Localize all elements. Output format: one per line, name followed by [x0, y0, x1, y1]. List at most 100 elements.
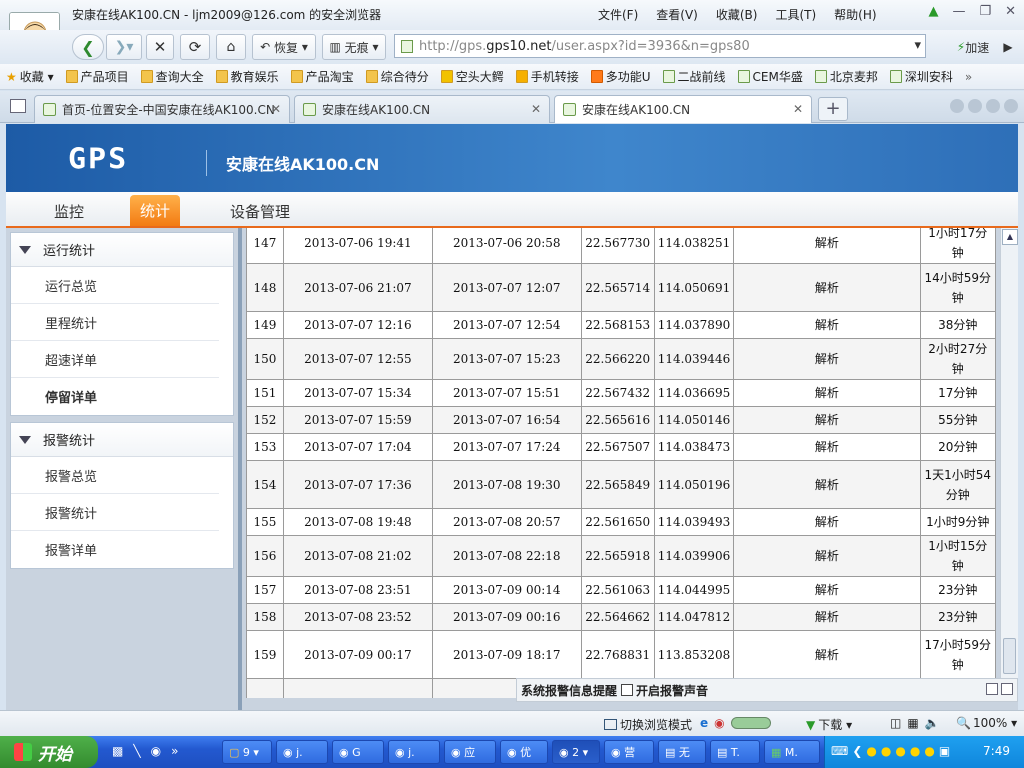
- panel-splitter[interactable]: [238, 228, 242, 710]
- parse-link[interactable]: 解析: [733, 630, 921, 679]
- parse-link[interactable]: 解析: [733, 406, 921, 434]
- close-window-icon[interactable]: ✕: [1005, 4, 1016, 19]
- qq-icon[interactable]: ●: [895, 744, 905, 758]
- switch-mode-button[interactable]: 切换浏览模式: [604, 716, 692, 733]
- fav-item[interactable]: 教育娱乐: [215, 68, 279, 85]
- maximize-panel-icon[interactable]: [1001, 683, 1013, 695]
- parse-link[interactable]: 解析: [733, 379, 921, 407]
- fav-item[interactable]: 产品项目: [65, 68, 129, 85]
- go-button[interactable]: ▶: [998, 34, 1018, 60]
- home-button[interactable]: ⌂: [216, 34, 246, 60]
- scroll-up-icon[interactable]: ▲: [1002, 229, 1018, 245]
- download-button[interactable]: ▼ 下载 ▾: [806, 716, 852, 733]
- parse-link[interactable]: 解析: [733, 603, 921, 631]
- address-bar[interactable]: http://gps. gps10.net/user.aspx?id=3936&n…: [394, 34, 926, 58]
- taskbar-button-active[interactable]: ◉ 2 ▾: [552, 740, 600, 764]
- nav-device-management[interactable]: 设备管理: [230, 201, 290, 222]
- screenshot-icon[interactable]: ▦: [907, 716, 918, 730]
- sidebar-group-header[interactable]: 报警统计: [11, 423, 233, 457]
- ie-icon[interactable]: e: [700, 716, 708, 730]
- sidebar-toggle-icon[interactable]: [10, 99, 26, 113]
- minimize-icon[interactable]: —: [952, 4, 965, 19]
- back-button[interactable]: ❮: [72, 34, 104, 60]
- refresh-button[interactable]: ⟳: [180, 34, 210, 60]
- browser-tab-active[interactable]: 安康在线AK100.CN ✕: [554, 95, 812, 123]
- close-tab-icon[interactable]: ✕: [793, 102, 803, 116]
- tab-list-icon[interactable]: [986, 99, 1000, 113]
- toggle-icon[interactable]: [730, 717, 771, 729]
- fav-item[interactable]: 北京麦邦: [814, 68, 878, 85]
- taskbar-button[interactable]: ◉ 营: [604, 740, 654, 764]
- parse-link[interactable]: 解析: [733, 576, 921, 604]
- restore-button[interactable]: ↶ 恢复 ▾: [252, 34, 316, 60]
- browser-tab[interactable]: 安康在线AK100.CN ✕: [294, 95, 550, 123]
- vertical-scrollbar[interactable]: ▲: [1000, 228, 1018, 698]
- taskbar-button[interactable]: ◉ 应: [444, 740, 496, 764]
- zoom-control[interactable]: 🔍 100% ▾: [956, 716, 1017, 730]
- parse-link[interactable]: 解析: [733, 460, 921, 509]
- taskbar-button[interactable]: ▤ T.: [710, 740, 760, 764]
- minimize-panel-icon[interactable]: [986, 683, 998, 695]
- scroll-thumb[interactable]: [1003, 638, 1016, 674]
- taskbar-button[interactable]: ▤ 无: [658, 740, 706, 764]
- keyboard-icon[interactable]: ⌨: [831, 744, 848, 758]
- parse-link[interactable]: 解析: [733, 263, 921, 312]
- tab-close-all-icon[interactable]: [1004, 99, 1018, 113]
- tab-prev-icon[interactable]: [950, 99, 964, 113]
- new-tab-button[interactable]: +: [818, 97, 848, 121]
- shield-icon[interactable]: ◉: [714, 716, 724, 730]
- parse-link[interactable]: 解析: [733, 433, 921, 461]
- nav-monitor[interactable]: 监控: [54, 201, 84, 222]
- start-button[interactable]: 开始: [0, 736, 98, 768]
- accelerate-button[interactable]: ⚡ 加速: [948, 34, 998, 60]
- fav-item[interactable]: 深圳安科: [889, 68, 953, 85]
- menu-help[interactable]: 帮助(H): [834, 6, 876, 23]
- taskbar-button[interactable]: ◉ j.: [388, 740, 440, 764]
- network-icon[interactable]: ▣: [939, 744, 950, 758]
- sidebar-item-alarm-stats[interactable]: 报警统计: [11, 494, 219, 531]
- menu-favorites[interactable]: 收藏(B): [716, 6, 758, 23]
- sidebar-item-alarm-detail[interactable]: 报警详单: [11, 531, 219, 568]
- parse-link[interactable]: 解析: [733, 338, 921, 380]
- forward-button[interactable]: ❯▾: [106, 34, 142, 60]
- parse-link[interactable]: 解析: [733, 508, 921, 536]
- dropdown-icon[interactable]: ▾: [914, 38, 921, 53]
- tray-collapse-icon[interactable]: ❮: [852, 744, 862, 758]
- taskbar-button[interactable]: ▦ M.: [764, 740, 820, 764]
- fav-item[interactable]: 产品淘宝: [290, 68, 354, 85]
- fav-item[interactable]: 手机转接: [515, 68, 579, 85]
- parse-link[interactable]: 解析: [733, 535, 921, 577]
- qq-icon[interactable]: ●: [866, 744, 876, 758]
- taskbar-button[interactable]: ◉ G: [332, 740, 384, 764]
- taskbar-button[interactable]: ◉ 优: [500, 740, 548, 764]
- sidebar-group-header[interactable]: 运行统计: [11, 233, 233, 267]
- volume-icon[interactable]: 🔈: [925, 716, 940, 730]
- sidebar-item-stay-detail[interactable]: 停留详单: [11, 378, 219, 415]
- parse-link[interactable]: 解析: [733, 228, 921, 264]
- close-tab-icon[interactable]: ✕: [531, 102, 541, 116]
- fav-item[interactable]: 综合待分: [365, 68, 429, 85]
- incognito-button[interactable]: ▥ 无痕 ▾: [322, 34, 386, 60]
- page-tools-icon[interactable]: ◫: [890, 716, 901, 730]
- fav-item[interactable]: CEM华盛: [737, 68, 803, 85]
- alarm-sound-checkbox[interactable]: [621, 684, 634, 696]
- qq-icon[interactable]: ●: [881, 744, 891, 758]
- restore-icon[interactable]: ❐: [979, 4, 991, 19]
- parse-link[interactable]: 解析: [733, 311, 921, 339]
- browser-tab[interactable]: 首页-位置安全-中国安康在线AK100.CN ✕: [34, 95, 290, 123]
- fav-item[interactable]: 多功能U: [590, 68, 651, 85]
- favorites-menu[interactable]: ★ 收藏 ▾: [6, 68, 54, 85]
- taskbar-button[interactable]: ▢ 9 ▾: [222, 740, 272, 764]
- nav-statistics[interactable]: 统计: [130, 195, 181, 226]
- menu-view[interactable]: 查看(V): [656, 6, 698, 23]
- more-favorites-icon[interactable]: »: [965, 70, 972, 84]
- sidebar-item-alarm-overview[interactable]: 报警总览: [11, 457, 219, 494]
- qq-icon[interactable]: ●: [910, 744, 920, 758]
- sidebar-item-run-overview[interactable]: 运行总览: [11, 267, 219, 304]
- stop-button[interactable]: ✕: [146, 34, 174, 60]
- fav-item[interactable]: 查询大全: [140, 68, 204, 85]
- menu-file[interactable]: 文件(F): [598, 6, 638, 23]
- menu-tools[interactable]: 工具(T): [775, 6, 816, 23]
- sidebar-item-overspeed[interactable]: 超速详单: [11, 341, 219, 378]
- tab-next-icon[interactable]: [968, 99, 982, 113]
